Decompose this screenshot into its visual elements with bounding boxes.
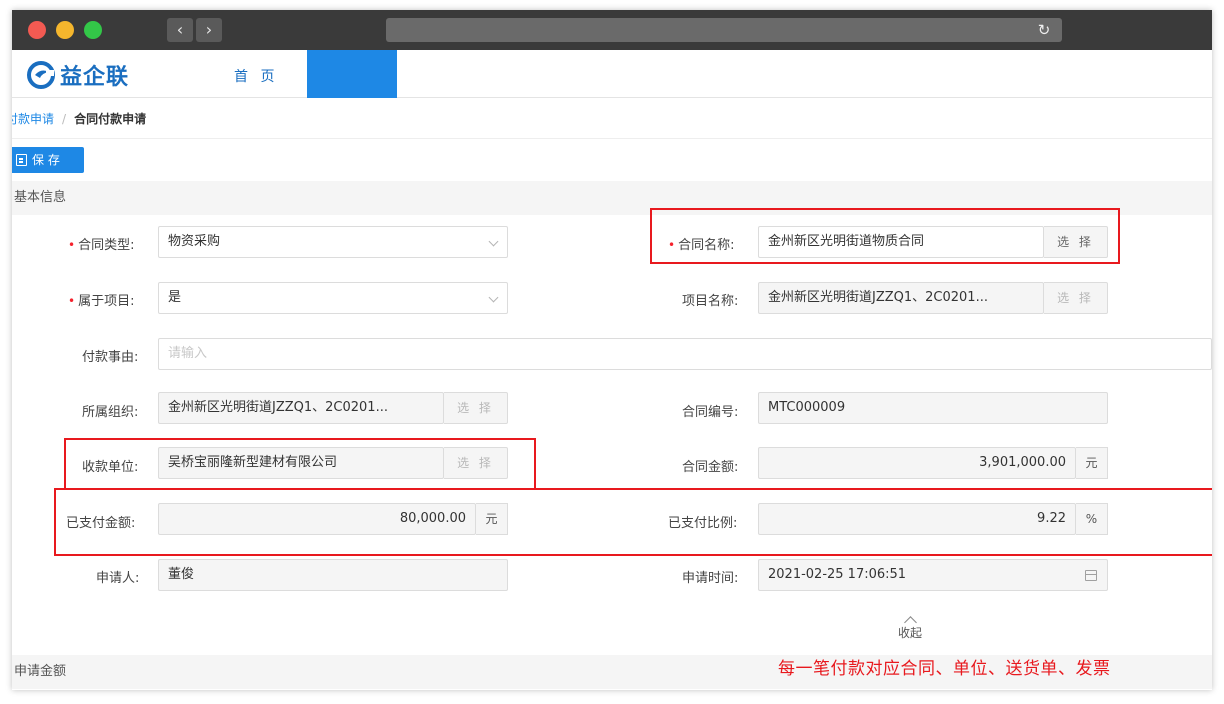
- contract-amount-label: 合同金额:: [682, 460, 739, 475]
- chevron-left-icon: ‹: [176, 20, 184, 39]
- reload-icon[interactable]: ↻: [1034, 20, 1054, 40]
- calendar-icon: [1085, 570, 1097, 581]
- nav-active-tab[interactable]: [307, 50, 397, 98]
- close-window-button[interactable]: [28, 21, 46, 39]
- save-button-label: 保 存: [32, 153, 60, 167]
- contract-amount-value: 3,901,000.00: [979, 455, 1066, 470]
- applicant-label: 申请人:: [96, 571, 140, 586]
- contract-type-select[interactable]: 物资采购: [158, 226, 508, 258]
- contract-type-label: • 合同类型:: [68, 238, 135, 253]
- payment-reason-label: 付款事由:: [82, 350, 139, 365]
- chevron-down-icon: [488, 292, 499, 303]
- contract-no-label: 合同编号:: [682, 405, 739, 420]
- nav-home-link[interactable]: 首 页: [234, 66, 278, 86]
- apply-time-value: 2021-02-25 17:06:51: [768, 567, 907, 582]
- breadcrumb-separator: /: [62, 112, 67, 126]
- chevron-right-icon: ›: [205, 20, 213, 39]
- organization-select-button[interactable]: 选 择: [444, 392, 508, 424]
- maximize-window-button[interactable]: [84, 21, 102, 39]
- apply-time-field[interactable]: 2021-02-25 17:06:51: [758, 559, 1108, 591]
- contract-no-field[interactable]: MTC000009: [758, 392, 1108, 424]
- annotation-note: 每一笔付款对应合同、单位、送货单、发票: [778, 659, 1111, 679]
- project-name-value: 金州新区光明街道JZZQ1、2C0201...: [768, 290, 988, 305]
- required-marker: •: [68, 238, 76, 252]
- back-button[interactable]: ‹: [167, 18, 193, 42]
- forward-button[interactable]: ›: [196, 18, 222, 42]
- minimize-window-button[interactable]: [56, 21, 74, 39]
- brand-logo[interactable]: 益企联: [26, 60, 129, 90]
- contract-amount-unit: 元: [1076, 447, 1108, 479]
- belongs-project-select[interactable]: 是: [158, 282, 508, 314]
- breadcrumb-current: 合同付款申请: [74, 112, 147, 126]
- applicant-value: 董俊: [168, 567, 195, 582]
- apply-time-label: 申请时间:: [682, 571, 739, 586]
- annotation-box-contract-name: [650, 208, 1120, 264]
- app-header: 益企联 首 页: [12, 50, 1212, 98]
- belongs-project-label: • 属于项目:: [68, 294, 135, 309]
- belongs-project-value: 是: [168, 290, 182, 305]
- project-name-select-button[interactable]: 选 择: [1044, 282, 1108, 314]
- breadcrumb-parent-link[interactable]: 付款申请: [12, 112, 54, 126]
- project-name-field[interactable]: 金州新区光明街道JZZQ1、2C0201...: [758, 282, 1044, 314]
- browser-window: ‹ › ↻ 益企联 首 页 付款申请/合同付款申请 保 存 基本信息 •合同类型…: [12, 10, 1212, 690]
- contract-amount-field[interactable]: 3,901,000.00: [758, 447, 1076, 479]
- organization-value: 金州新区光明街道JZZQ1、2C0201...: [168, 400, 388, 415]
- annotation-box-paid: [54, 488, 1212, 556]
- project-name-label: 项目名称:: [682, 294, 739, 309]
- required-marker: •: [68, 294, 76, 308]
- annotation-box-payee: [64, 438, 536, 490]
- collapse-button[interactable]: 收起: [880, 614, 940, 641]
- organization-field[interactable]: 金州新区光明街道JZZQ1、2C0201...: [158, 392, 444, 424]
- payment-reason-input[interactable]: 请输入: [158, 338, 1212, 370]
- browser-toolbar: ‹ › ↻: [12, 10, 1212, 50]
- contract-no-value: MTC000009: [768, 400, 846, 415]
- brand-logo-icon: [27, 61, 55, 89]
- document-icon: [16, 154, 27, 166]
- address-bar[interactable]: ↻: [386, 18, 1062, 42]
- applicant-field[interactable]: 董俊: [158, 559, 508, 591]
- breadcrumb: 付款申请 / 合同付款申请: [12, 99, 1212, 139]
- payment-reason-placeholder: 请输入: [168, 346, 208, 361]
- brand-name: 益企联: [60, 65, 130, 90]
- save-button[interactable]: 保 存: [12, 147, 84, 173]
- organization-label: 所属组织:: [82, 405, 139, 420]
- chevron-down-icon: [488, 236, 499, 247]
- contract-type-value: 物资采购: [168, 234, 221, 249]
